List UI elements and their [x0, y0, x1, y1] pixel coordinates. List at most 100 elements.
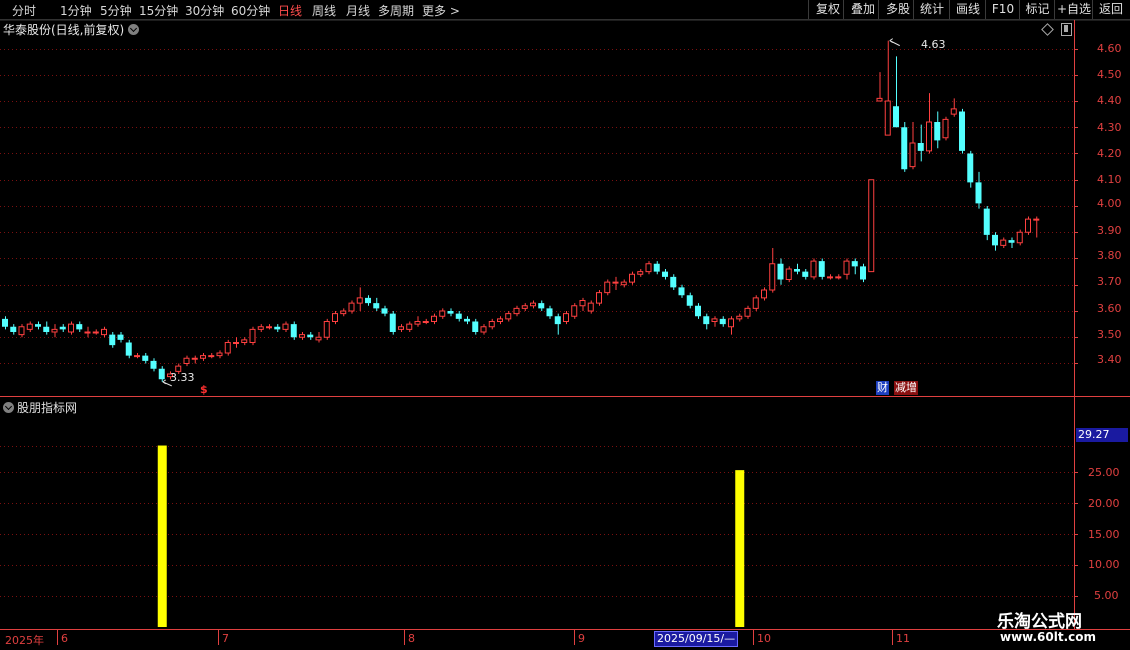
indicator-bar	[157, 445, 167, 627]
candle-body-up	[497, 318, 503, 322]
candle-body-up	[323, 321, 330, 338]
candle-body-down	[10, 326, 17, 332]
low-price-label: 3.33	[170, 371, 195, 384]
candle-body-up	[257, 326, 264, 330]
candle-body-down	[777, 263, 784, 280]
candle-body-down	[365, 297, 371, 304]
candle-body-up	[521, 305, 528, 309]
candle-body-down	[893, 106, 899, 128]
candle-body-up	[249, 328, 256, 343]
candle-body-up	[505, 313, 512, 320]
candle-body-up	[563, 313, 569, 322]
event-marker[interactable]: $	[200, 383, 208, 396]
candle-body-down	[464, 318, 470, 322]
chart-canvas[interactable]	[0, 0, 1130, 650]
candle-body-up	[191, 357, 198, 360]
candle-body-down	[670, 276, 677, 288]
month-label: 9	[578, 632, 585, 645]
candle-body-down	[695, 305, 701, 317]
indicator-tick: 10.00	[1088, 558, 1120, 571]
candle-body-up	[761, 289, 767, 299]
holding-change-badge[interactable]: 减增	[894, 381, 918, 395]
candle-body-up	[868, 179, 875, 273]
candle-body-up	[488, 321, 495, 328]
candle-body-down	[719, 318, 726, 325]
candle-body-down	[703, 316, 710, 325]
candle-body-down	[546, 308, 553, 317]
indicator-tick: 15.00	[1088, 528, 1120, 541]
candle-body-down	[959, 111, 965, 151]
candle-body-up	[513, 307, 520, 315]
candle-body-up	[950, 108, 957, 115]
month-label: 6	[61, 632, 68, 645]
candle-body-up	[134, 355, 140, 358]
high-price-label: 4.63	[921, 38, 946, 51]
candle-body-down	[373, 303, 380, 309]
candle-body-down	[125, 342, 132, 356]
candle-body-down	[290, 324, 297, 338]
candle-body-up	[827, 276, 833, 279]
candle-body-up	[942, 118, 949, 139]
candle-body-up	[92, 331, 99, 334]
candle-body-up	[398, 326, 404, 330]
candle-body-down	[802, 271, 809, 277]
price-tick: 4.10	[1097, 173, 1122, 186]
chevron-down-icon[interactable]	[3, 402, 14, 413]
candle-body-down	[983, 208, 990, 235]
candle-body-up	[282, 323, 289, 330]
candle-body-down	[992, 234, 998, 246]
indicator-tick: 25.00	[1088, 466, 1120, 479]
candle-body-up	[629, 273, 635, 283]
watermark-url: www.60lt.com	[1000, 630, 1097, 644]
candle-body-down	[76, 324, 83, 330]
candle-body-down	[653, 263, 660, 272]
candle-body-up	[216, 352, 223, 357]
price-tick: 3.90	[1097, 224, 1122, 237]
candle-body-up	[356, 297, 363, 304]
candle-body-down	[686, 295, 693, 306]
candle-body-up	[18, 326, 25, 336]
indicator-name: 股朋指标网	[17, 401, 78, 415]
candle-body-down	[794, 269, 800, 272]
candle-body-up	[414, 321, 421, 325]
candle-body-up	[909, 142, 916, 168]
indicator-bar	[735, 470, 745, 627]
candle-body-up	[604, 281, 611, 294]
price-tick: 4.50	[1097, 68, 1122, 81]
candle-body-up	[587, 302, 594, 312]
candle-body-down	[662, 271, 668, 277]
candle-body-down	[818, 261, 825, 277]
candle-body-down	[274, 326, 281, 330]
candle-body-up	[183, 357, 190, 364]
candle-body-down	[455, 313, 462, 319]
candle-body-up	[752, 297, 759, 309]
candle-body-up	[101, 328, 107, 336]
candle-body-up	[26, 323, 33, 330]
candle-body-down	[35, 324, 41, 327]
price-tick: 3.50	[1097, 328, 1122, 341]
price-tick: 4.60	[1097, 42, 1122, 55]
candle-body-down	[917, 143, 924, 151]
candle-body-up	[612, 281, 619, 284]
finance-badge[interactable]: 财	[876, 381, 889, 395]
candle-body-up	[1033, 218, 1040, 221]
candle-body-up	[728, 318, 734, 328]
candle-body-up	[620, 281, 627, 286]
candle-body-down	[117, 334, 124, 340]
month-label: 7	[222, 632, 229, 645]
candle-body-down	[389, 313, 396, 332]
candle-body-up	[530, 302, 536, 307]
candle-body-up	[233, 342, 239, 344]
indicator-title: 股朋指标网	[3, 399, 77, 416]
month-label: 8	[408, 632, 415, 645]
price-tick: 3.40	[1097, 353, 1122, 366]
candle-body-up	[884, 100, 891, 136]
candle-body-down	[472, 321, 479, 332]
candle-body-down	[678, 287, 685, 296]
candle-body-down	[142, 355, 149, 361]
candle-body-up	[68, 323, 74, 333]
candle-body-down	[538, 303, 545, 309]
candle-body-down	[381, 308, 388, 314]
candle-body-up	[596, 292, 602, 304]
candle-body-up	[224, 342, 231, 354]
